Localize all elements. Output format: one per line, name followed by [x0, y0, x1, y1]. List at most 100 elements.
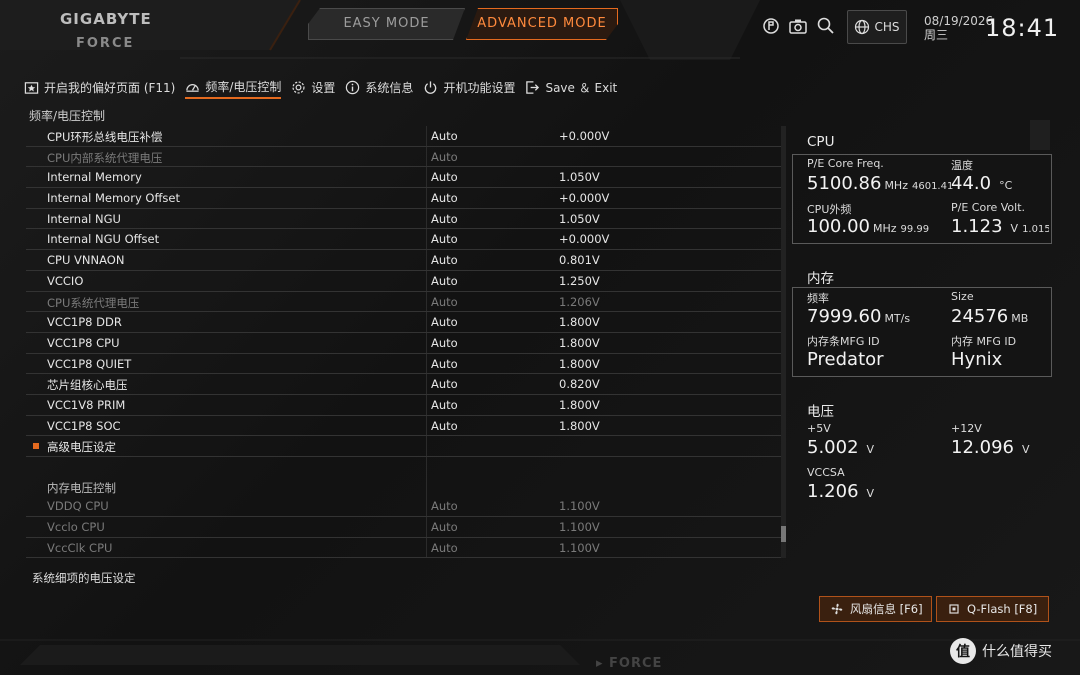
setting-value: 1.800V — [559, 356, 600, 371]
cpu-bclk-value: 100.00 — [807, 216, 870, 237]
setting-name: VCCIO — [47, 273, 84, 288]
footer-force-mark: ▸ FORCE — [596, 656, 663, 671]
v5-unit: V — [866, 443, 875, 456]
tab-system-info[interactable]: 系统信息 — [345, 76, 413, 98]
setting-name: VCC1P8 SOC — [47, 418, 121, 433]
fan-info-label: 风扇信息 [F6] — [850, 602, 923, 616]
v5: 5.002 V — [807, 437, 874, 458]
cpu-bclk-unit: MHz — [872, 222, 897, 235]
vccsa-value: 1.206 — [807, 481, 859, 502]
advanced-mode-button[interactable]: ADVANCED MODE — [466, 8, 618, 40]
setting-mode[interactable]: Auto — [431, 336, 458, 350]
setting-row[interactable]: Internal Memory Offset Auto +0.000V — [26, 188, 786, 209]
setting-mode[interactable]: Auto — [431, 253, 458, 267]
tab-system-info-label: 系统信息 — [365, 80, 414, 95]
cpu-freq-sub: 4601.41 — [911, 181, 954, 192]
setting-name: VCC1P8 CPU — [47, 335, 120, 350]
date-text: 08/19/2026 — [924, 14, 994, 28]
v12-label: +12V — [951, 422, 982, 435]
power-icon — [425, 80, 437, 94]
chip-icon — [949, 604, 959, 614]
tab-frequency-voltage[interactable]: 频率/电压控制 — [185, 75, 282, 99]
setting-mode: Auto — [431, 294, 458, 309]
tab-favorites-label: 开启我的偏好页面 (F11) — [44, 80, 176, 95]
setting-row[interactable]: VCCIO Auto 1.250V — [26, 271, 786, 292]
cpu-bclk-label: CPU外频 — [807, 203, 852, 216]
tab-save-exit[interactable]: Save ＆ Exit — [525, 76, 617, 98]
setting-row[interactable]: Internal Memory Auto 1.050V — [26, 167, 786, 189]
fan-info-button[interactable]: 风扇信息 [F6] — [819, 596, 932, 622]
clock: 18:41 — [985, 14, 1060, 42]
setting-row[interactable]: VCC1P8 DDR Auto 1.800V — [26, 312, 786, 333]
setting-value: 1.050V — [559, 211, 600, 226]
setting-row[interactable]: VCC1V8 PRIM Auto 1.800V — [26, 395, 786, 416]
setting-mode[interactable]: Auto — [431, 357, 458, 371]
setting-mode[interactable]: Auto — [431, 419, 458, 433]
setting-row[interactable]: VCC1P8 QUIET Auto 1.800V — [26, 354, 786, 375]
easy-mode-button[interactable]: EASY MODE — [308, 8, 465, 40]
setting-row[interactable]: Internal NGU Offset Auto +0.000V — [26, 229, 786, 251]
favorites-circle-icon[interactable] — [761, 16, 781, 36]
setting-mode[interactable]: Auto — [431, 170, 458, 184]
setting-value: 1.050V — [559, 170, 600, 185]
memory-freq-unit: MT/s — [884, 312, 911, 325]
list-section-header: 内存电压控制 — [26, 477, 786, 497]
tab-favorites[interactable]: 开启我的偏好页面 (F11) — [24, 76, 175, 98]
setting-name: VCC1P8 QUIET — [47, 356, 132, 371]
setting-row[interactable]: Internal NGU Auto 1.050V — [26, 209, 786, 230]
setting-mode[interactable]: Auto — [431, 129, 458, 143]
exit-icon — [526, 80, 540, 94]
scrollbar-thumb[interactable] — [781, 526, 786, 542]
setting-row[interactable]: CPU环形总线电压补偿 Auto +0.000V — [26, 126, 786, 147]
memory-freq-label: 频率 — [807, 292, 829, 305]
help-description: 系统细项的电压设定 — [32, 571, 136, 585]
cpu-bclk-sub: 99.99 — [900, 224, 930, 235]
setting-name: 高级电压设定 — [47, 440, 116, 455]
setting-mode[interactable]: Auto — [431, 315, 458, 329]
cpu-freq-label: P/E Core Freq. — [807, 157, 884, 170]
setting-mode[interactable]: Auto — [431, 191, 458, 205]
tab-settings[interactable]: 设置 — [291, 76, 335, 98]
v5-value: 5.002 — [807, 437, 859, 458]
setting-value: +0.000V — [559, 232, 610, 247]
memory-size: 24576 MB — [951, 306, 1028, 327]
setting-mode[interactable]: Auto — [431, 232, 458, 246]
setting-value: 1.206V — [559, 294, 600, 309]
cpu-temp: 44.0 °C — [951, 173, 1012, 194]
setting-mode[interactable]: Auto — [431, 398, 458, 412]
setting-mode[interactable]: Auto — [431, 377, 458, 391]
cpu-bclk: 100.00 MHz 99.99 — [807, 216, 929, 237]
setting-name: Internal NGU — [47, 211, 121, 226]
search-icon[interactable] — [816, 16, 836, 36]
setting-name: Internal NGU Offset — [47, 232, 160, 247]
camera-icon[interactable] — [788, 16, 808, 36]
setting-name: Internal Memory — [47, 170, 142, 185]
qflash-button[interactable]: Q-Flash [F8] — [936, 596, 1049, 622]
setting-value: 1.100V — [559, 499, 600, 514]
setting-row: CPU系统代理电压 Auto 1.206V — [26, 292, 786, 313]
vccsa: 1.206 V — [807, 481, 874, 502]
setting-row[interactable]: VCC1P8 SOC Auto 1.800V — [26, 416, 786, 437]
setting-row[interactable]: 芯片组核心电压 Auto 0.820V — [26, 374, 786, 395]
v12-unit: V — [1021, 443, 1030, 456]
memory-size-label: Size — [951, 290, 974, 303]
setting-name: VccClk CPU — [47, 540, 113, 555]
cpu-temp-value: 44.0 — [951, 173, 992, 194]
setting-name: Vcclo CPU — [47, 520, 105, 535]
memory-freq-value: 7999.60 — [807, 306, 882, 327]
scrollbar-track[interactable] — [781, 126, 786, 558]
language-button[interactable]: CHS — [847, 10, 907, 44]
setting-row[interactable]: CPU VNNAON Auto 0.801V — [26, 250, 786, 271]
submenu-item[interactable]: 高级电压设定 — [26, 436, 786, 457]
setting-mode: Auto — [431, 149, 458, 164]
memory-freq: 7999.60 MT/s — [807, 306, 910, 327]
setting-mode[interactable]: Auto — [431, 274, 458, 288]
setting-mode[interactable]: Auto — [431, 212, 458, 226]
tab-boot[interactable]: 开机功能设置 — [423, 76, 515, 98]
date-block: 08/19/2026 周三 — [924, 14, 993, 42]
setting-row[interactable]: VCC1P8 CPU Auto 1.800V — [26, 333, 786, 354]
globe-icon — [855, 19, 870, 35]
setting-name: VCC1V8 PRIM — [47, 397, 126, 412]
vccsa-unit: V — [866, 487, 875, 500]
setting-value: 1.800V — [559, 397, 600, 412]
